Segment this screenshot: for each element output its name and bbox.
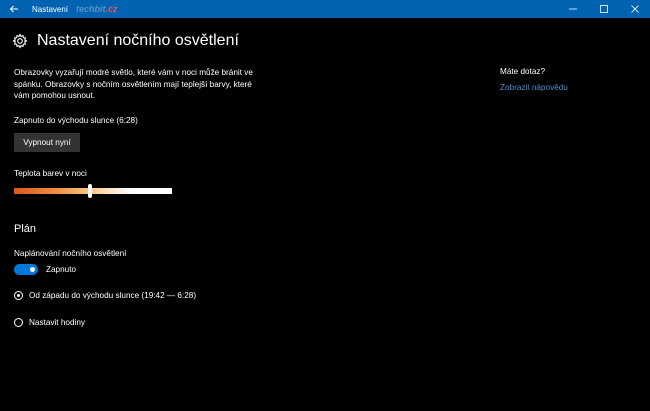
schedule-toggle-row: Zapnuto [14, 264, 76, 275]
page-title: Nastavení nočního osvětlení [37, 32, 239, 49]
page-header: Nastavení nočního osvětlení [12, 32, 239, 50]
window-title: Nastavení [32, 4, 69, 14]
schedule-label: Naplánování nočního osvětlení [14, 249, 127, 258]
schedule-section-title: Plán [14, 223, 37, 235]
maximize-button[interactable] [588, 0, 619, 18]
radio-button[interactable] [14, 291, 23, 300]
maximize-icon [599, 5, 608, 13]
minimize-button[interactable] [557, 0, 588, 18]
slider-track[interactable] [14, 188, 172, 194]
radio-button[interactable] [14, 318, 23, 327]
window-controls [557, 0, 650, 18]
radio-option-set-hours[interactable]: Nastavit hodiny [14, 318, 85, 327]
close-button[interactable] [619, 0, 650, 18]
gear-icon [12, 33, 28, 49]
color-temperature-slider[interactable] [14, 184, 172, 198]
help-question: Máte dotaz? [500, 67, 546, 76]
slider-thumb[interactable] [87, 184, 92, 198]
status-text: Zapnuto do východu slunce (6:28) [14, 116, 138, 125]
back-button[interactable] [0, 0, 28, 18]
radio-label: Od západu do východu slunce (19:42 — 6:2… [29, 291, 197, 300]
toggle-state-label: Zapnuto [46, 265, 77, 274]
radio-option-sunset-sunrise[interactable]: Od západu do východu slunce (19:42 — 6:2… [14, 291, 196, 300]
minimize-icon [568, 8, 577, 10]
back-arrow-icon [9, 5, 18, 13]
radio-label: Nastavit hodiny [29, 318, 85, 327]
title-bar: Nastavení techbit.cz [0, 0, 650, 18]
close-icon [630, 5, 639, 13]
schedule-toggle[interactable] [14, 264, 38, 275]
turn-off-now-button[interactable]: Vypnout nyní [14, 133, 80, 152]
color-temperature-label: Teplota barev v noci [14, 169, 87, 178]
watermark-logo: techbit.cz [76, 4, 118, 14]
show-help-link[interactable]: Zobrazit nápovědu [500, 83, 568, 92]
description-text: Obrazovky vyzařují modré světlo, které v… [14, 68, 253, 100]
